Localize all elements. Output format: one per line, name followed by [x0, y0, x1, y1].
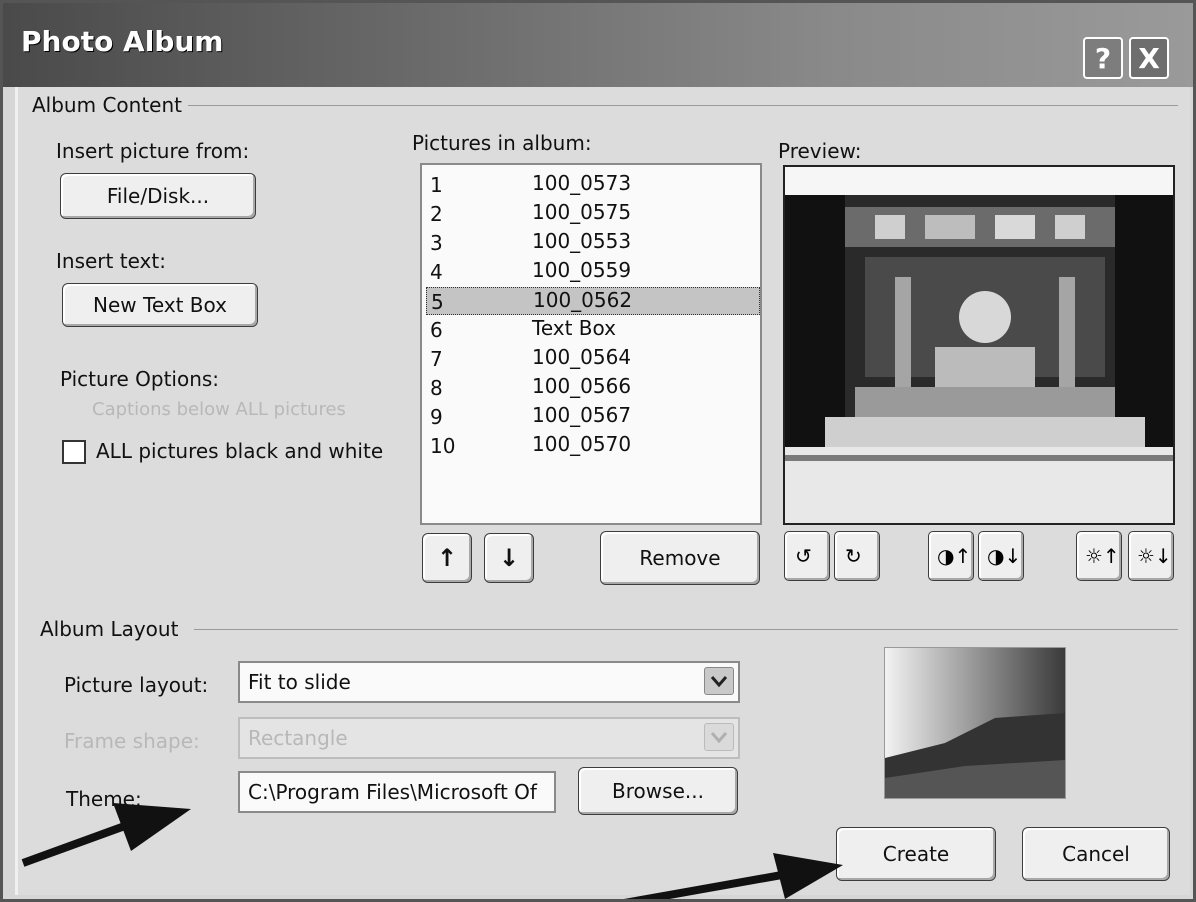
annotation-arrows [21, 803, 843, 899]
photo-album-dialog: Photo Album ? X Album Content Insert pic… [0, 0, 1196, 902]
